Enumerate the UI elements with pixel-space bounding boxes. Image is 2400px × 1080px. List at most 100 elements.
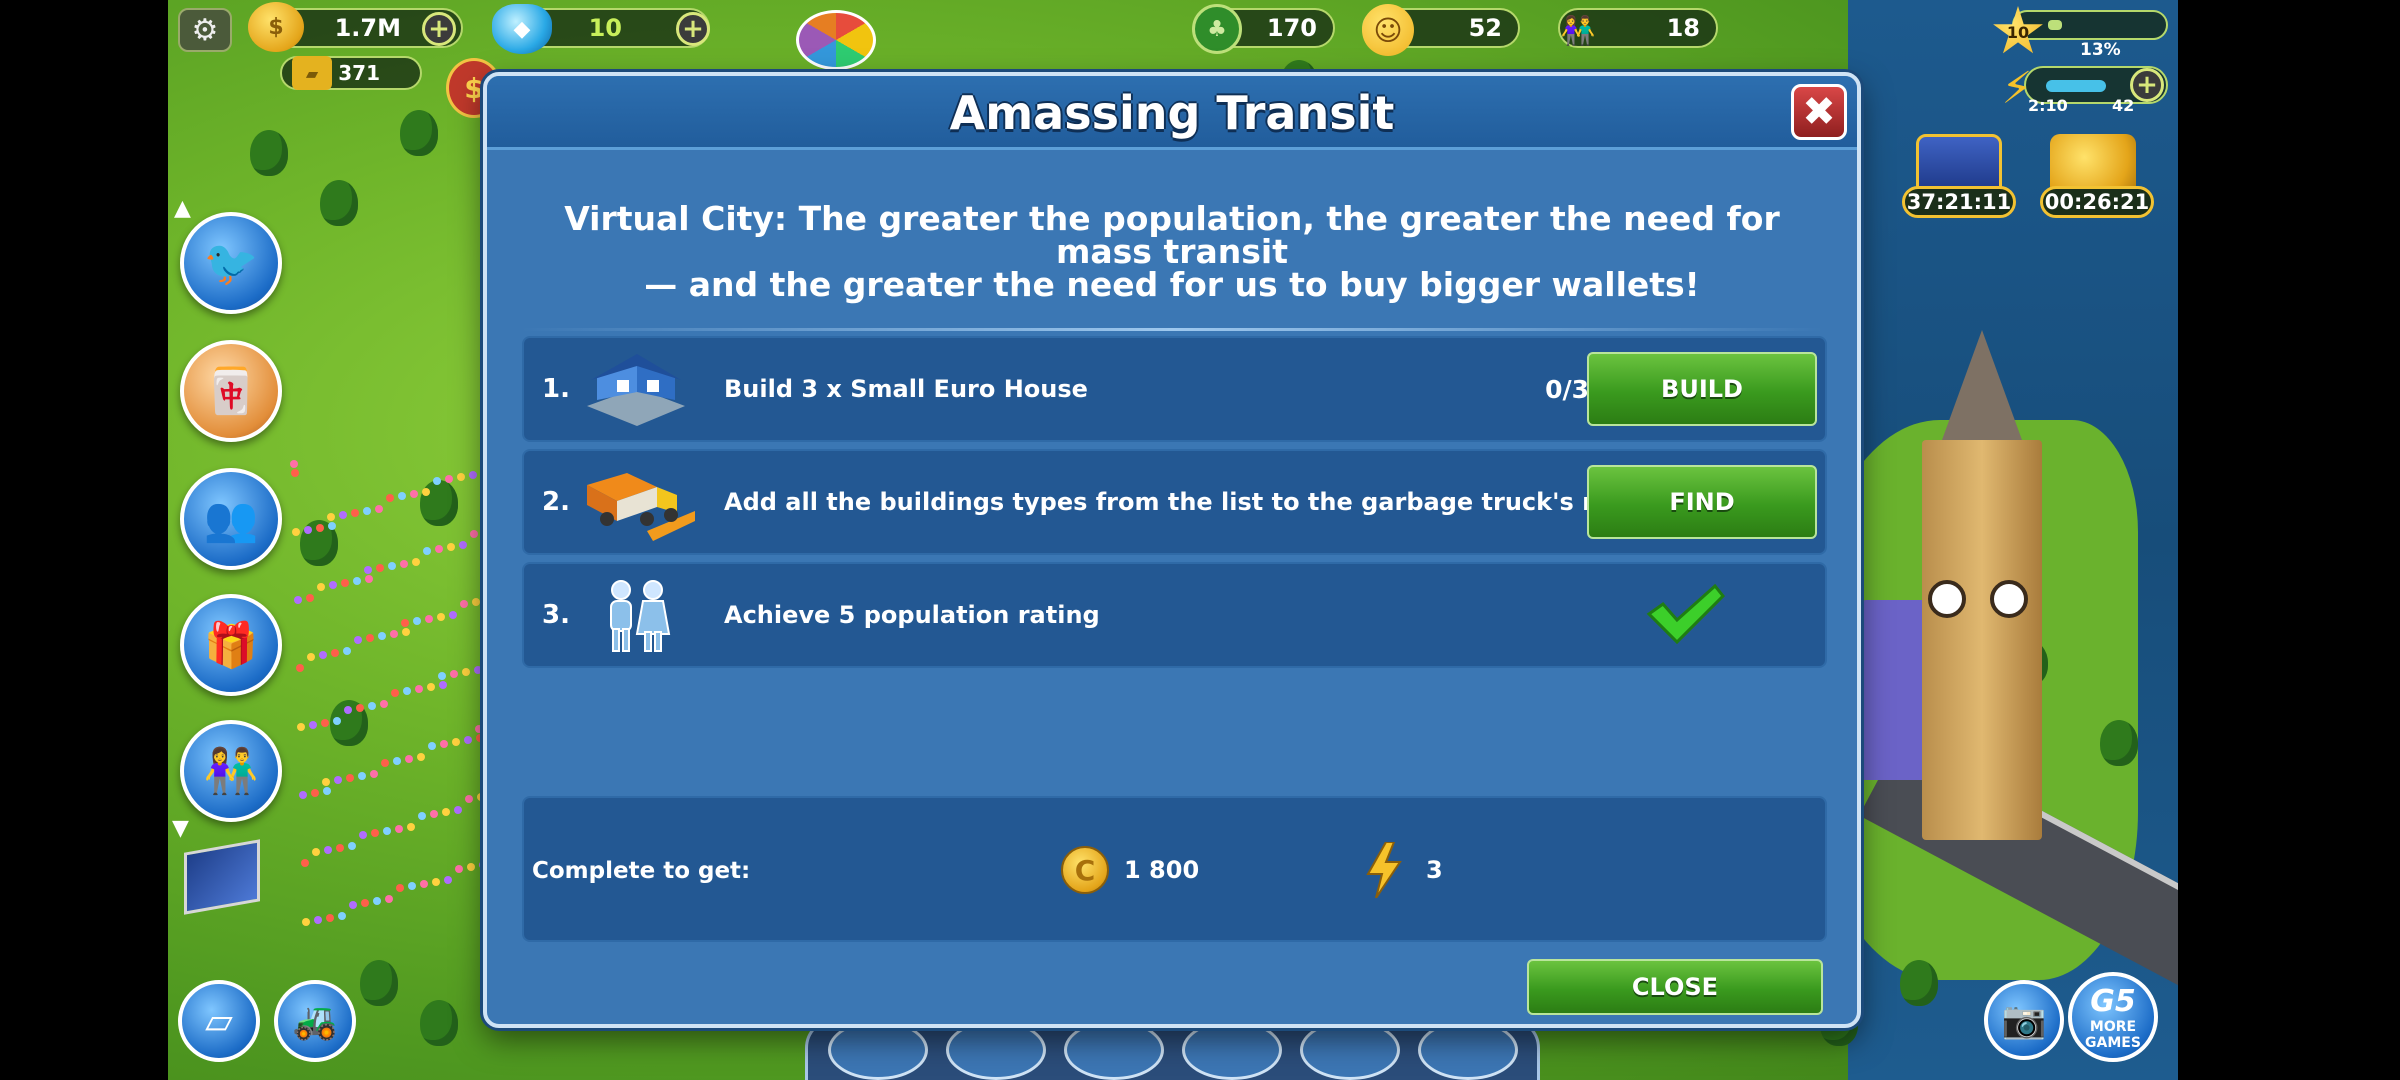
- flower: [333, 717, 341, 725]
- flower: [306, 594, 314, 602]
- flower: [452, 738, 460, 746]
- mahjong-game-button[interactable]: 🀄: [180, 340, 282, 442]
- task-progress: 0/3: [1545, 375, 1589, 404]
- scroll-up-icon[interactable]: ▲: [174, 196, 191, 221]
- flower: [311, 789, 319, 797]
- flower: [427, 683, 435, 691]
- buy-energy-button[interactable]: +: [2130, 68, 2164, 102]
- flower: [331, 649, 339, 657]
- dialog-title: Amassing Transit: [949, 86, 1395, 140]
- gift-icon: 🎁: [203, 620, 259, 671]
- flower: [455, 865, 463, 873]
- flower: [412, 558, 420, 566]
- tower-spire: [1942, 330, 2022, 440]
- flower: [464, 736, 472, 744]
- flower: [363, 507, 371, 515]
- twitter-g5-button[interactable]: 🐦: [180, 212, 282, 314]
- flower: [402, 628, 410, 636]
- toolbar-map-button[interactable]: [1300, 1020, 1400, 1080]
- buy-gems-button[interactable]: +: [676, 12, 710, 46]
- toolbar-tram-button[interactable]: [1182, 1020, 1282, 1080]
- task-row: 2. Add all the buildings types from the …: [522, 449, 1827, 555]
- tree: [2100, 720, 2138, 766]
- flower: [400, 560, 408, 568]
- toolbar-train-button[interactable]: [1064, 1020, 1164, 1080]
- grid-toggle-button[interactable]: ▱: [178, 980, 260, 1062]
- flower: [334, 776, 342, 784]
- camera-button[interactable]: 📷: [1984, 980, 2064, 1060]
- flower: [401, 619, 409, 627]
- coins-value: 1.7M: [334, 14, 401, 42]
- bulldozer-button[interactable]: 🚜: [274, 980, 356, 1062]
- close-dialog-button[interactable]: ✖: [1791, 84, 1847, 140]
- toolbar-bus-button[interactable]: [946, 1020, 1046, 1080]
- clock-face: [1990, 580, 2028, 618]
- twitter-icon: 🐦: [203, 238, 259, 289]
- close-button[interactable]: CLOSE: [1527, 959, 1823, 1015]
- tree: [320, 180, 358, 226]
- flower: [326, 914, 334, 922]
- flower: [420, 880, 428, 888]
- toolbar-ship-button[interactable]: [828, 1020, 928, 1080]
- tree: [250, 130, 288, 176]
- flower: [297, 723, 305, 731]
- task-number: 1.: [542, 374, 570, 404]
- flower: [428, 742, 436, 750]
- flower: [444, 876, 452, 884]
- gems-value: 10: [588, 14, 622, 42]
- flower: [417, 753, 425, 761]
- reward-coins-value: 1 800: [1124, 856, 1200, 884]
- flower: [447, 543, 455, 551]
- gear-icon: ⚙: [191, 12, 219, 48]
- divider: [521, 328, 1823, 331]
- toolbar-g5-button[interactable]: [1418, 1020, 1518, 1080]
- task-row: 3. Achieve 5 population rating: [522, 562, 1827, 668]
- more-games-button[interactable]: G5 MORE GAMES: [2068, 972, 2158, 1062]
- flower: [393, 757, 401, 765]
- gold-pile-icon[interactable]: [2050, 134, 2136, 192]
- gold-bars-icon: ▰: [292, 56, 332, 90]
- flower: [391, 689, 399, 697]
- flower: [346, 774, 354, 782]
- flower: [437, 613, 445, 621]
- checkmark-icon: [1646, 584, 1725, 644]
- settings-button[interactable]: ⚙: [178, 8, 232, 52]
- reward-label: Complete to get:: [532, 858, 751, 884]
- scroll-down-icon[interactable]: ▼: [172, 816, 189, 841]
- flower: [302, 918, 310, 926]
- flower: [454, 806, 462, 814]
- flower: [449, 611, 457, 619]
- find-button[interactable]: FIND: [1587, 465, 1817, 539]
- flower: [358, 772, 366, 780]
- flower: [307, 653, 315, 661]
- flower: [314, 916, 322, 924]
- task-number: 2.: [542, 487, 570, 517]
- flower: [403, 687, 411, 695]
- flower: [407, 823, 415, 831]
- build-button[interactable]: BUILD: [1587, 352, 1817, 426]
- flower: [348, 842, 356, 850]
- flower: [425, 615, 433, 623]
- add-friends-button[interactable]: 👥: [180, 468, 282, 570]
- close-icon: ✖: [1802, 89, 1836, 135]
- flower: [368, 702, 376, 710]
- quest-dialog: Amassing Transit ✖ Virtual City: The gre…: [483, 72, 1861, 1028]
- friends-icon: 👥: [203, 494, 259, 545]
- flower: [370, 770, 378, 778]
- treasure-chest-icon[interactable]: [1916, 134, 2002, 192]
- flower: [442, 808, 450, 816]
- clock-tower[interactable]: [1922, 440, 2042, 840]
- tree-icon: ♣: [1192, 4, 1242, 54]
- camera-icon: 📷: [2001, 1000, 2047, 1041]
- flower: [321, 719, 329, 727]
- buy-coins-button[interactable]: +: [422, 12, 456, 46]
- gift-button[interactable]: 🎁: [180, 594, 282, 696]
- more-label: MORE: [2089, 1018, 2137, 1035]
- flower: [329, 581, 337, 589]
- flower: [385, 895, 393, 903]
- tree: [400, 110, 438, 156]
- population-button[interactable]: 👫: [180, 720, 282, 822]
- fortune-wheel-button[interactable]: [796, 10, 876, 70]
- flower: [344, 706, 352, 714]
- flower: [349, 901, 357, 909]
